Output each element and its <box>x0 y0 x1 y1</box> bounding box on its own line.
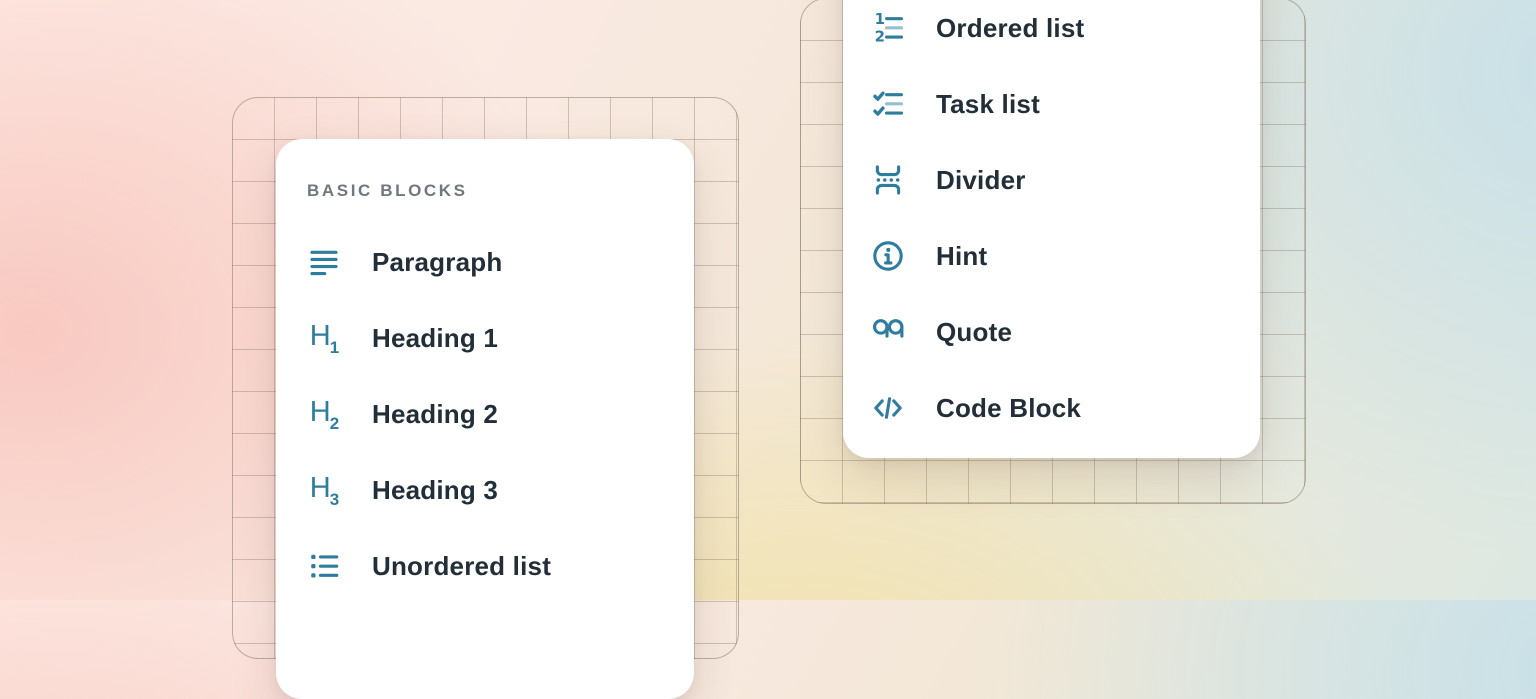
menu-item-ordered-list[interactable]: 1 2 Ordered list <box>871 0 1260 66</box>
menu-item-label: Task list <box>936 89 1040 120</box>
menu-item-unordered-list[interactable]: Unordered list <box>307 528 694 604</box>
menu-item-quote[interactable]: Quote <box>871 294 1260 370</box>
basic-blocks-list: Paragraph H1 Heading 1 H2 Heading 2 H3 H… <box>307 224 694 604</box>
menu-item-heading-1[interactable]: H1 Heading 1 <box>307 300 694 376</box>
heading-1-icon: H1 <box>307 321 341 355</box>
menu-item-code-block[interactable]: Code Block <box>871 370 1260 446</box>
menu-item-label: Hint <box>936 241 987 272</box>
menu-item-label: Heading 3 <box>372 475 498 506</box>
ordered-list-icon: 1 2 <box>871 11 905 45</box>
block-menu-more-blocks: 1 2 Ordered list Task list <box>843 0 1260 458</box>
heading-2-icon: H2 <box>307 397 341 431</box>
menu-item-label: Heading 1 <box>372 323 498 354</box>
quote-icon <box>871 315 905 349</box>
menu-item-label: Paragraph <box>372 247 502 278</box>
hint-icon <box>871 239 905 273</box>
menu-item-divider[interactable]: Divider <box>871 142 1260 218</box>
heading-3-icon: H3 <box>307 473 341 507</box>
svg-text:2: 2 <box>875 27 885 45</box>
unordered-list-icon <box>307 549 341 583</box>
menu-item-hint[interactable]: Hint <box>871 218 1260 294</box>
section-label-basic-blocks: BASIC BLOCKS <box>307 177 694 205</box>
menu-item-heading-2[interactable]: H2 Heading 2 <box>307 376 694 452</box>
menu-item-label: Divider <box>936 165 1026 196</box>
menu-item-label: Heading 2 <box>372 399 498 430</box>
menu-item-label: Quote <box>936 317 1012 348</box>
code-block-icon <box>871 391 905 425</box>
menu-item-label: Ordered list <box>936 13 1084 44</box>
block-menu-basic-blocks: BASIC BLOCKS Paragraph H1 Heading 1 H2 <box>276 139 694 699</box>
paragraph-icon <box>307 245 341 279</box>
menu-item-task-list[interactable]: Task list <box>871 66 1260 142</box>
svg-text:1: 1 <box>875 11 885 28</box>
menu-item-heading-3[interactable]: H3 Heading 3 <box>307 452 694 528</box>
menu-item-label: Code Block <box>936 393 1081 424</box>
task-list-icon <box>871 87 905 121</box>
divider-icon <box>871 163 905 197</box>
menu-item-label: Unordered list <box>372 551 551 582</box>
more-blocks-list: 1 2 Ordered list Task list <box>871 0 1260 446</box>
menu-item-paragraph[interactable]: Paragraph <box>307 224 694 300</box>
